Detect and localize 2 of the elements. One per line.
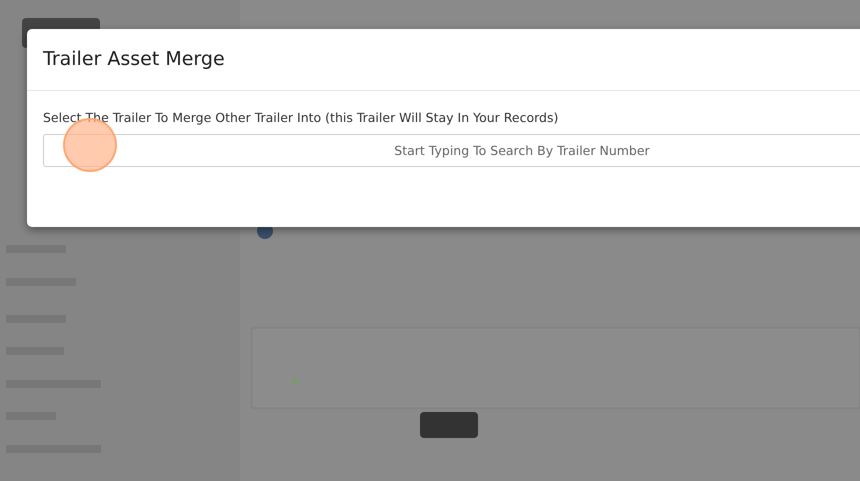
modal-title: Trailer Asset Merge (43, 48, 225, 71)
search-field[interactable]: Start Typing To Search By Trailer Number (43, 134, 860, 167)
